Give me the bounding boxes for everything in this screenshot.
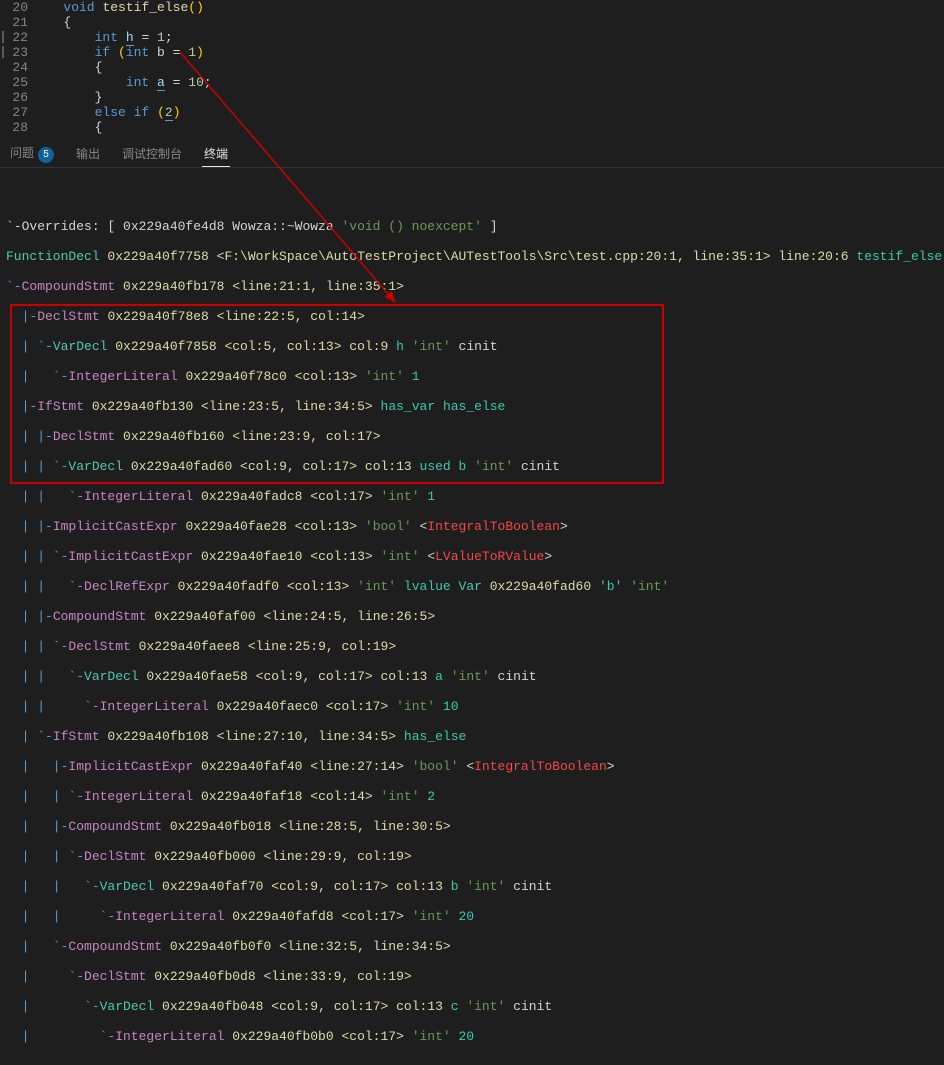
code-line-24[interactable]: {	[40, 60, 944, 75]
line-number: 23	[0, 45, 40, 60]
line-number: 27	[0, 105, 40, 120]
code-editor[interactable]: 20 void testif_else() 21 { 22 int h = 1;…	[0, 0, 944, 140]
code-line-27[interactable]: else if (2)	[40, 105, 944, 120]
terminal-output[interactable]: `-Overrides: [ 0x229a40fe4d8 Wowza::~Wow…	[0, 168, 944, 1065]
tab-terminal[interactable]: 终端	[202, 141, 230, 167]
tab-output[interactable]: 输出	[74, 141, 102, 166]
line-number: 26	[0, 90, 40, 105]
line-number: 24	[0, 60, 40, 75]
code-line-23[interactable]: if (int b = 1)	[40, 45, 944, 60]
tab-problems[interactable]: 问题5	[8, 140, 56, 167]
line-number: 21	[0, 15, 40, 30]
line-number: 20	[0, 0, 40, 15]
panel-tabs: 问题5 输出 调试控制台 终端	[0, 140, 944, 168]
code-line-25[interactable]: int a = 10;	[40, 75, 944, 90]
code-line-20[interactable]: void testif_else()	[40, 0, 944, 15]
problems-badge: 5	[38, 147, 54, 163]
code-line-26[interactable]: }	[40, 90, 944, 105]
code-line-21[interactable]: {	[40, 15, 944, 30]
line-number: 25	[0, 75, 40, 90]
line-number: 22	[0, 30, 40, 45]
tab-debug-console[interactable]: 调试控制台	[120, 141, 184, 166]
line-number: 28	[0, 120, 40, 135]
code-line-28[interactable]: {	[40, 120, 944, 135]
code-line-22[interactable]: int h = 1;	[40, 30, 944, 45]
